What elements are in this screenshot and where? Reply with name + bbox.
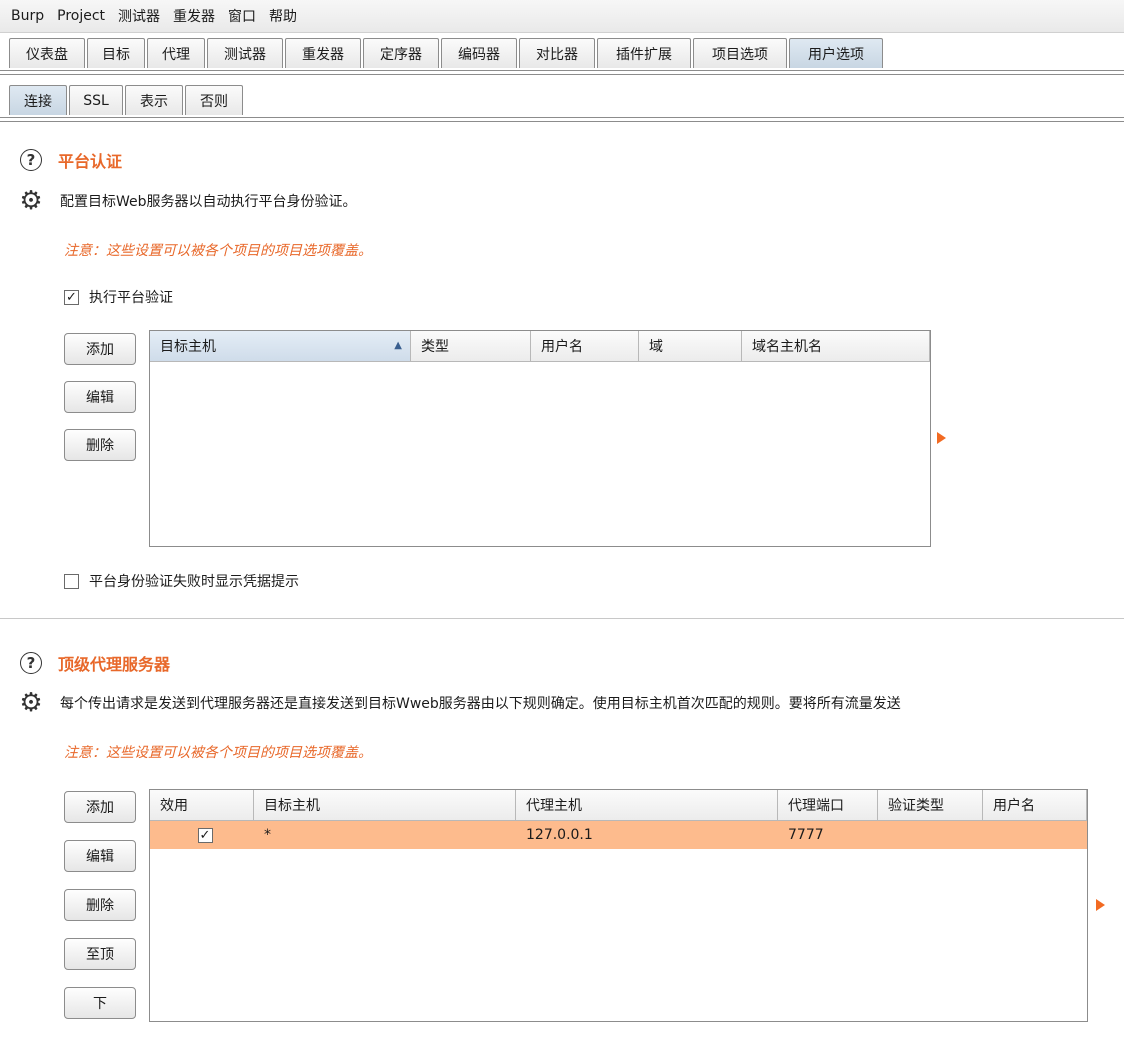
platform-auth-description: 配置目标Web服务器以自动执行平台身份验证。 [60, 194, 357, 210]
subtab-connections[interactable]: 连接 [9, 85, 67, 115]
platform-auth-remove-button[interactable]: 删除 [64, 429, 136, 461]
upstream-proxy-table[interactable]: 效用 目标主机 代理主机 代理端口 验证类型 用户名 ✓ * 127.0.0.1… [149, 789, 1088, 1022]
tab-intruder[interactable]: 测试器 [207, 38, 283, 68]
column-proxy-port[interactable]: 代理端口 [778, 790, 878, 820]
tab-project-options[interactable]: 项目选项 [693, 38, 787, 68]
tab-sequencer[interactable]: 定序器 [363, 38, 439, 68]
tab-user-options[interactable]: 用户选项 [789, 38, 883, 68]
column-username[interactable]: 用户名 [531, 331, 639, 361]
tab-target[interactable]: 目标 [87, 38, 145, 68]
perform-platform-auth-checkbox[interactable]: ✓ [64, 289, 79, 305]
platform-auth-table[interactable]: 目标主机 ▲ 类型 用户名 域 域名主机名 [149, 330, 931, 547]
upstream-proxy-header: ? 顶级代理服务器 [20, 651, 170, 675]
sub-tab-underline [0, 117, 1124, 122]
row-username [983, 821, 1087, 849]
upstream-proxy-remove-button[interactable]: 删除 [64, 889, 136, 921]
perform-platform-auth-row[interactable]: ✓ 执行平台验证 [64, 287, 173, 307]
expand-arrow-icon[interactable] [1096, 899, 1105, 911]
menubar: Burp Project 测试器 重发器 窗口 帮助 [0, 0, 1124, 33]
upstream-proxy-title: 顶级代理服务器 [58, 655, 171, 674]
main-tab-underline [0, 70, 1124, 75]
column-domain-hostname[interactable]: 域名主机名 [742, 331, 930, 361]
help-icon[interactable]: ? [20, 652, 42, 674]
tab-extender[interactable]: 插件扩展 [597, 38, 691, 68]
column-proxy-host[interactable]: 代理主机 [516, 790, 778, 820]
upstream-proxy-move-down-button[interactable]: 下 [64, 987, 136, 1019]
gear-icon[interactable]: ⚙ [16, 690, 46, 716]
row-auth-type [878, 821, 983, 849]
platform-auth-desc-row: ⚙ 配置目标Web服务器以自动执行平台身份验证。 [16, 188, 357, 214]
column-target-host[interactable]: 目标主机 [254, 790, 516, 820]
platform-auth-header: ? 平台认证 [20, 148, 122, 172]
tab-comparer[interactable]: 对比器 [519, 38, 595, 68]
table-header: 效用 目标主机 代理主机 代理端口 验证类型 用户名 [150, 790, 1087, 821]
tab-repeater[interactable]: 重发器 [285, 38, 361, 68]
prompt-credentials-checkbox[interactable] [64, 573, 79, 589]
upstream-proxy-edit-button[interactable]: 编辑 [64, 840, 136, 872]
menu-project[interactable]: Project [57, 8, 105, 24]
platform-auth-note: 注意：这些设置可以被各个项目的项目选项覆盖。 [64, 243, 372, 259]
gear-icon[interactable]: ⚙ [16, 188, 46, 214]
sort-ascending-icon: ▲ [394, 340, 402, 351]
expand-arrow-icon[interactable] [937, 432, 946, 444]
upstream-proxy-description: 每个传出请求是发送到代理服务器还是直接发送到目标Wweb服务器由以下规则确定。使… [60, 696, 901, 712]
row-enabled-cell: ✓ [150, 821, 254, 849]
upstream-proxy-add-button[interactable]: 添加 [64, 791, 136, 823]
prompt-credentials-label: 平台身份验证失败时显示凭据提示 [89, 574, 299, 590]
subtab-ssl[interactable]: SSL [69, 85, 123, 115]
upstream-proxy-note: 注意：这些设置可以被各个项目的项目选项覆盖。 [64, 745, 372, 761]
table-row[interactable]: ✓ * 127.0.0.1 7777 [150, 821, 1087, 849]
tab-proxy[interactable]: 代理 [147, 38, 205, 68]
platform-auth-edit-button[interactable]: 编辑 [64, 381, 136, 413]
help-icon[interactable]: ? [20, 149, 42, 171]
subtab-misc[interactable]: 否则 [185, 85, 243, 115]
table-header: 目标主机 ▲ 类型 用户名 域 域名主机名 [150, 331, 930, 362]
column-auth-type[interactable]: 验证类型 [878, 790, 983, 820]
upstream-proxy-move-top-button[interactable]: 至顶 [64, 938, 136, 970]
column-type[interactable]: 类型 [411, 331, 531, 361]
menu-repeater[interactable]: 重发器 [173, 6, 215, 26]
column-label: 目标主机 [160, 339, 216, 355]
prompt-credentials-row[interactable]: 平台身份验证失败时显示凭据提示 [64, 571, 299, 591]
row-proxy-port: 7777 [788, 827, 824, 843]
column-domain[interactable]: 域 [639, 331, 742, 361]
row-enabled-checkbox[interactable]: ✓ [197, 827, 213, 843]
row-proxy-host: 127.0.0.1 [526, 827, 593, 843]
row-target-host: * [264, 827, 271, 843]
subtab-display[interactable]: 表示 [125, 85, 183, 115]
column-username[interactable]: 用户名 [983, 790, 1087, 820]
platform-auth-add-button[interactable]: 添加 [64, 333, 136, 365]
menu-window[interactable]: 窗口 [228, 6, 256, 26]
upstream-proxy-desc-row: ⚙ 每个传出请求是发送到代理服务器还是直接发送到目标Wweb服务器由以下规则确定… [16, 690, 901, 716]
menu-burp[interactable]: Burp [11, 8, 44, 24]
menu-help[interactable]: 帮助 [269, 6, 297, 26]
column-target-host[interactable]: 目标主机 ▲ [150, 331, 411, 361]
section-divider [0, 618, 1124, 619]
menu-intruder[interactable]: 测试器 [118, 6, 160, 26]
platform-auth-title: 平台认证 [58, 152, 123, 171]
perform-platform-auth-label: 执行平台验证 [89, 290, 173, 306]
tab-decoder[interactable]: 编码器 [441, 38, 517, 68]
column-enabled[interactable]: 效用 [150, 790, 254, 820]
tab-dashboard[interactable]: 仪表盘 [9, 38, 85, 68]
